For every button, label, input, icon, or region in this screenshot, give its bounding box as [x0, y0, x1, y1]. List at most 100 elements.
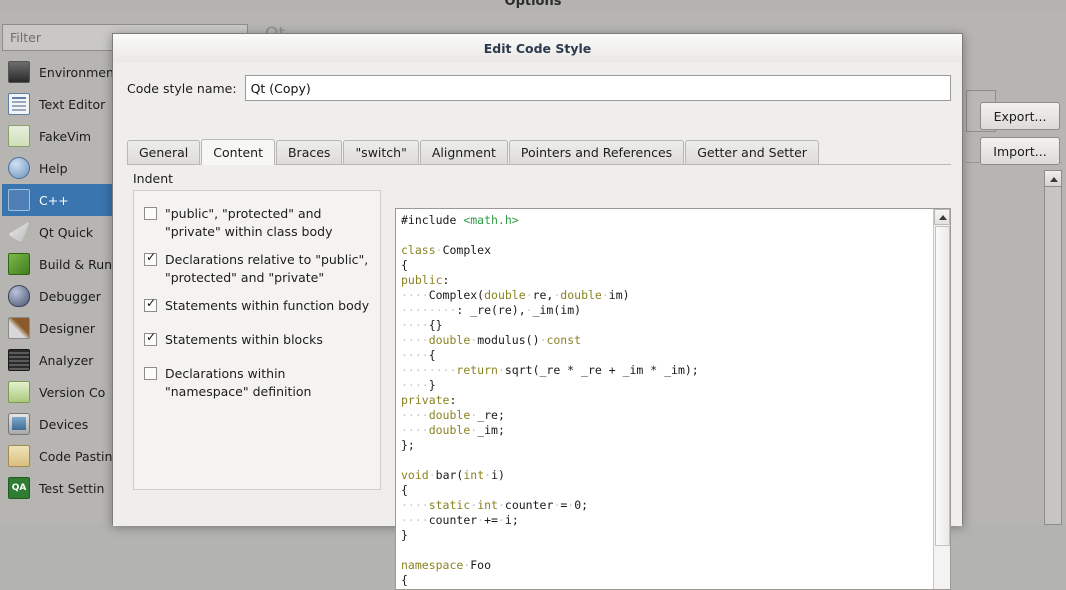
code-line: ········: _re(re),·_im(im): [401, 303, 582, 317]
debugger-icon: [8, 285, 30, 307]
sidebar-item-label: Environment: [39, 64, 119, 80]
sidebar-item-fakevim[interactable]: FakeVim: [2, 120, 117, 152]
checkbox-indicator[interactable]: [144, 296, 157, 312]
analyzer-icon: [8, 349, 30, 371]
code-preview: #include <math.h> class·Complex{public: ·…: [395, 208, 951, 590]
sidebar-item-label: FakeVim: [39, 128, 92, 144]
options-window-title: Options: [504, 0, 562, 9]
code-line: ····double·_im;: [401, 423, 505, 437]
text-editor-icon: [8, 93, 30, 115]
sidebar-item-code-pastin[interactable]: Code Pastin: [2, 440, 117, 472]
qt-quick-icon: [8, 221, 30, 243]
code-line: ····double·modulus()·const: [401, 333, 582, 347]
content-tab-page: Indent "public", "protected" and "private…: [127, 164, 951, 590]
code-line: class·Complex: [401, 243, 492, 257]
sidebar-item-designer[interactable]: Designer: [2, 312, 117, 344]
scroll-up-icon[interactable]: [934, 209, 950, 225]
code-line: };: [401, 438, 415, 452]
sidebar-item-qt-quick[interactable]: Qt Quick: [2, 216, 117, 248]
options-scrollbar[interactable]: [1044, 170, 1062, 525]
checkbox-label: Declarations relative to "public", "prote…: [165, 252, 369, 285]
code-style-name-row: Code style name: Qt (Copy): [127, 74, 951, 102]
sidebar-item-test-settin[interactable]: QA Test Settin: [2, 472, 117, 504]
sidebar-item-text-editor[interactable]: Text Editor: [2, 88, 117, 120]
sidebar-item-version-co[interactable]: Version Co: [2, 376, 117, 408]
sidebar-item-label: Version Co: [39, 384, 106, 400]
help-icon: [8, 157, 30, 179]
options-sidebar: Environment Text Editor FakeVim Help C++ Qt Q…: [2, 56, 119, 525]
scrollbar-thumb[interactable]: [935, 226, 950, 546]
sidebar-item-environment[interactable]: Environment: [2, 56, 119, 88]
code-line: ········return·sqrt(_re * _re + _im * _i…: [401, 363, 699, 377]
sidebar-item-label: Analyzer: [39, 352, 94, 368]
indent-statements-function-body[interactable]: Statements within function body: [144, 296, 370, 315]
code-pasting-icon: [8, 445, 30, 467]
indent-declarations-relative[interactable]: Declarations relative to "public","prote…: [144, 250, 369, 287]
filter-placeholder: Filter: [10, 30, 41, 45]
fakevim-icon: [8, 125, 30, 147]
dialog-tabbar: General Content Braces "switch" Alignment Poi…: [127, 138, 951, 165]
sidebar-item-label: Text Editor: [39, 96, 106, 112]
export-button[interactable]: Export...: [980, 102, 1060, 130]
screen: Options Filter Environment Text Editor Fak…: [0, 0, 1066, 590]
sidebar-item-devices[interactable]: Devices: [2, 408, 117, 440]
sidebar-item-label: Qt Quick: [39, 224, 94, 240]
checkbox-label: "public", "protected" and "private" withi…: [165, 206, 333, 239]
code-line: ····{: [401, 348, 436, 362]
code-preview-scrollbar[interactable]: [933, 209, 950, 589]
test-settings-icon: QA: [8, 477, 30, 499]
code-style-name-label: Code style name:: [127, 80, 237, 96]
tab-content[interactable]: Content: [201, 139, 275, 165]
tab-general[interactable]: General: [127, 140, 201, 164]
code-line: }: [401, 528, 408, 542]
environment-icon: [8, 61, 30, 83]
sidebar-item-debugger[interactable]: Debugger: [2, 280, 117, 312]
code-line: #include <math.h>: [401, 213, 519, 227]
code-line: {: [401, 258, 408, 272]
checkbox-label: Statements within function body: [165, 298, 370, 313]
tab-getter-and-setter[interactable]: Getter and Setter: [685, 140, 819, 164]
code-line: private:: [401, 393, 457, 407]
code-line: ····double·_re;: [401, 408, 505, 422]
sidebar-item-help[interactable]: Help: [2, 152, 117, 184]
checkbox-indicator[interactable]: [144, 367, 157, 380]
sidebar-item-analyzer[interactable]: Analyzer: [2, 344, 117, 376]
indent-group-box: "public", "protected" and "private" withi…: [133, 190, 381, 490]
code-line: ····Complex(double·re,·double·im): [401, 288, 630, 302]
tab-braces[interactable]: Braces: [275, 140, 343, 164]
cpp-icon: [8, 189, 30, 211]
tab-alignment[interactable]: Alignment: [419, 140, 508, 164]
sidebar-item-label: Code Pastin: [39, 448, 113, 464]
checkbox-indicator[interactable]: [144, 330, 157, 346]
checkbox-label: Statements within blocks: [165, 332, 323, 347]
code-line: namespace·Foo: [401, 558, 492, 572]
code-line: ····counter·+=·i;: [401, 513, 519, 527]
sidebar-item-build-run[interactable]: Build & Run: [2, 248, 117, 280]
sidebar-item-label: Build & Run: [39, 256, 113, 272]
designer-icon: [8, 317, 30, 339]
build-and-run-icon: [8, 253, 30, 275]
sidebar-item-label: Debugger: [39, 288, 101, 304]
code-line: void·bar(int·i): [401, 468, 505, 482]
code-style-name-input[interactable]: Qt (Copy): [244, 75, 951, 101]
code-line: ····{}: [401, 318, 443, 332]
dialog-body: Code style name: Qt (Copy) General Conten…: [113, 62, 962, 590]
import-button[interactable]: Import...: [980, 137, 1060, 165]
sidebar-item-label: Help: [39, 160, 68, 176]
checkbox-indicator[interactable]: [144, 250, 157, 266]
indent-namespace-declarations[interactable]: Declarations within "namespace" definitio…: [144, 365, 311, 401]
code-line: ····}: [401, 378, 436, 392]
sidebar-item-c[interactable]: C++: [2, 184, 117, 216]
sidebar-item-label: Devices: [39, 416, 89, 432]
checkbox-indicator[interactable]: [144, 207, 157, 220]
tab-pointers-and-references[interactable]: Pointers and References: [508, 140, 685, 164]
edit-code-style-dialog: Edit Code Style Code style name: Qt (Cop…: [112, 33, 963, 590]
version-control-icon: [8, 381, 30, 403]
tab-switch[interactable]: "switch": [343, 140, 419, 164]
indent-group-title: Indent: [133, 171, 174, 186]
options-scroll-up-icon[interactable]: [1044, 170, 1062, 187]
indent-access-specifiers[interactable]: "public", "protected" and "private" withi…: [144, 205, 332, 241]
indent-statements-blocks[interactable]: Statements within blocks: [144, 330, 323, 349]
